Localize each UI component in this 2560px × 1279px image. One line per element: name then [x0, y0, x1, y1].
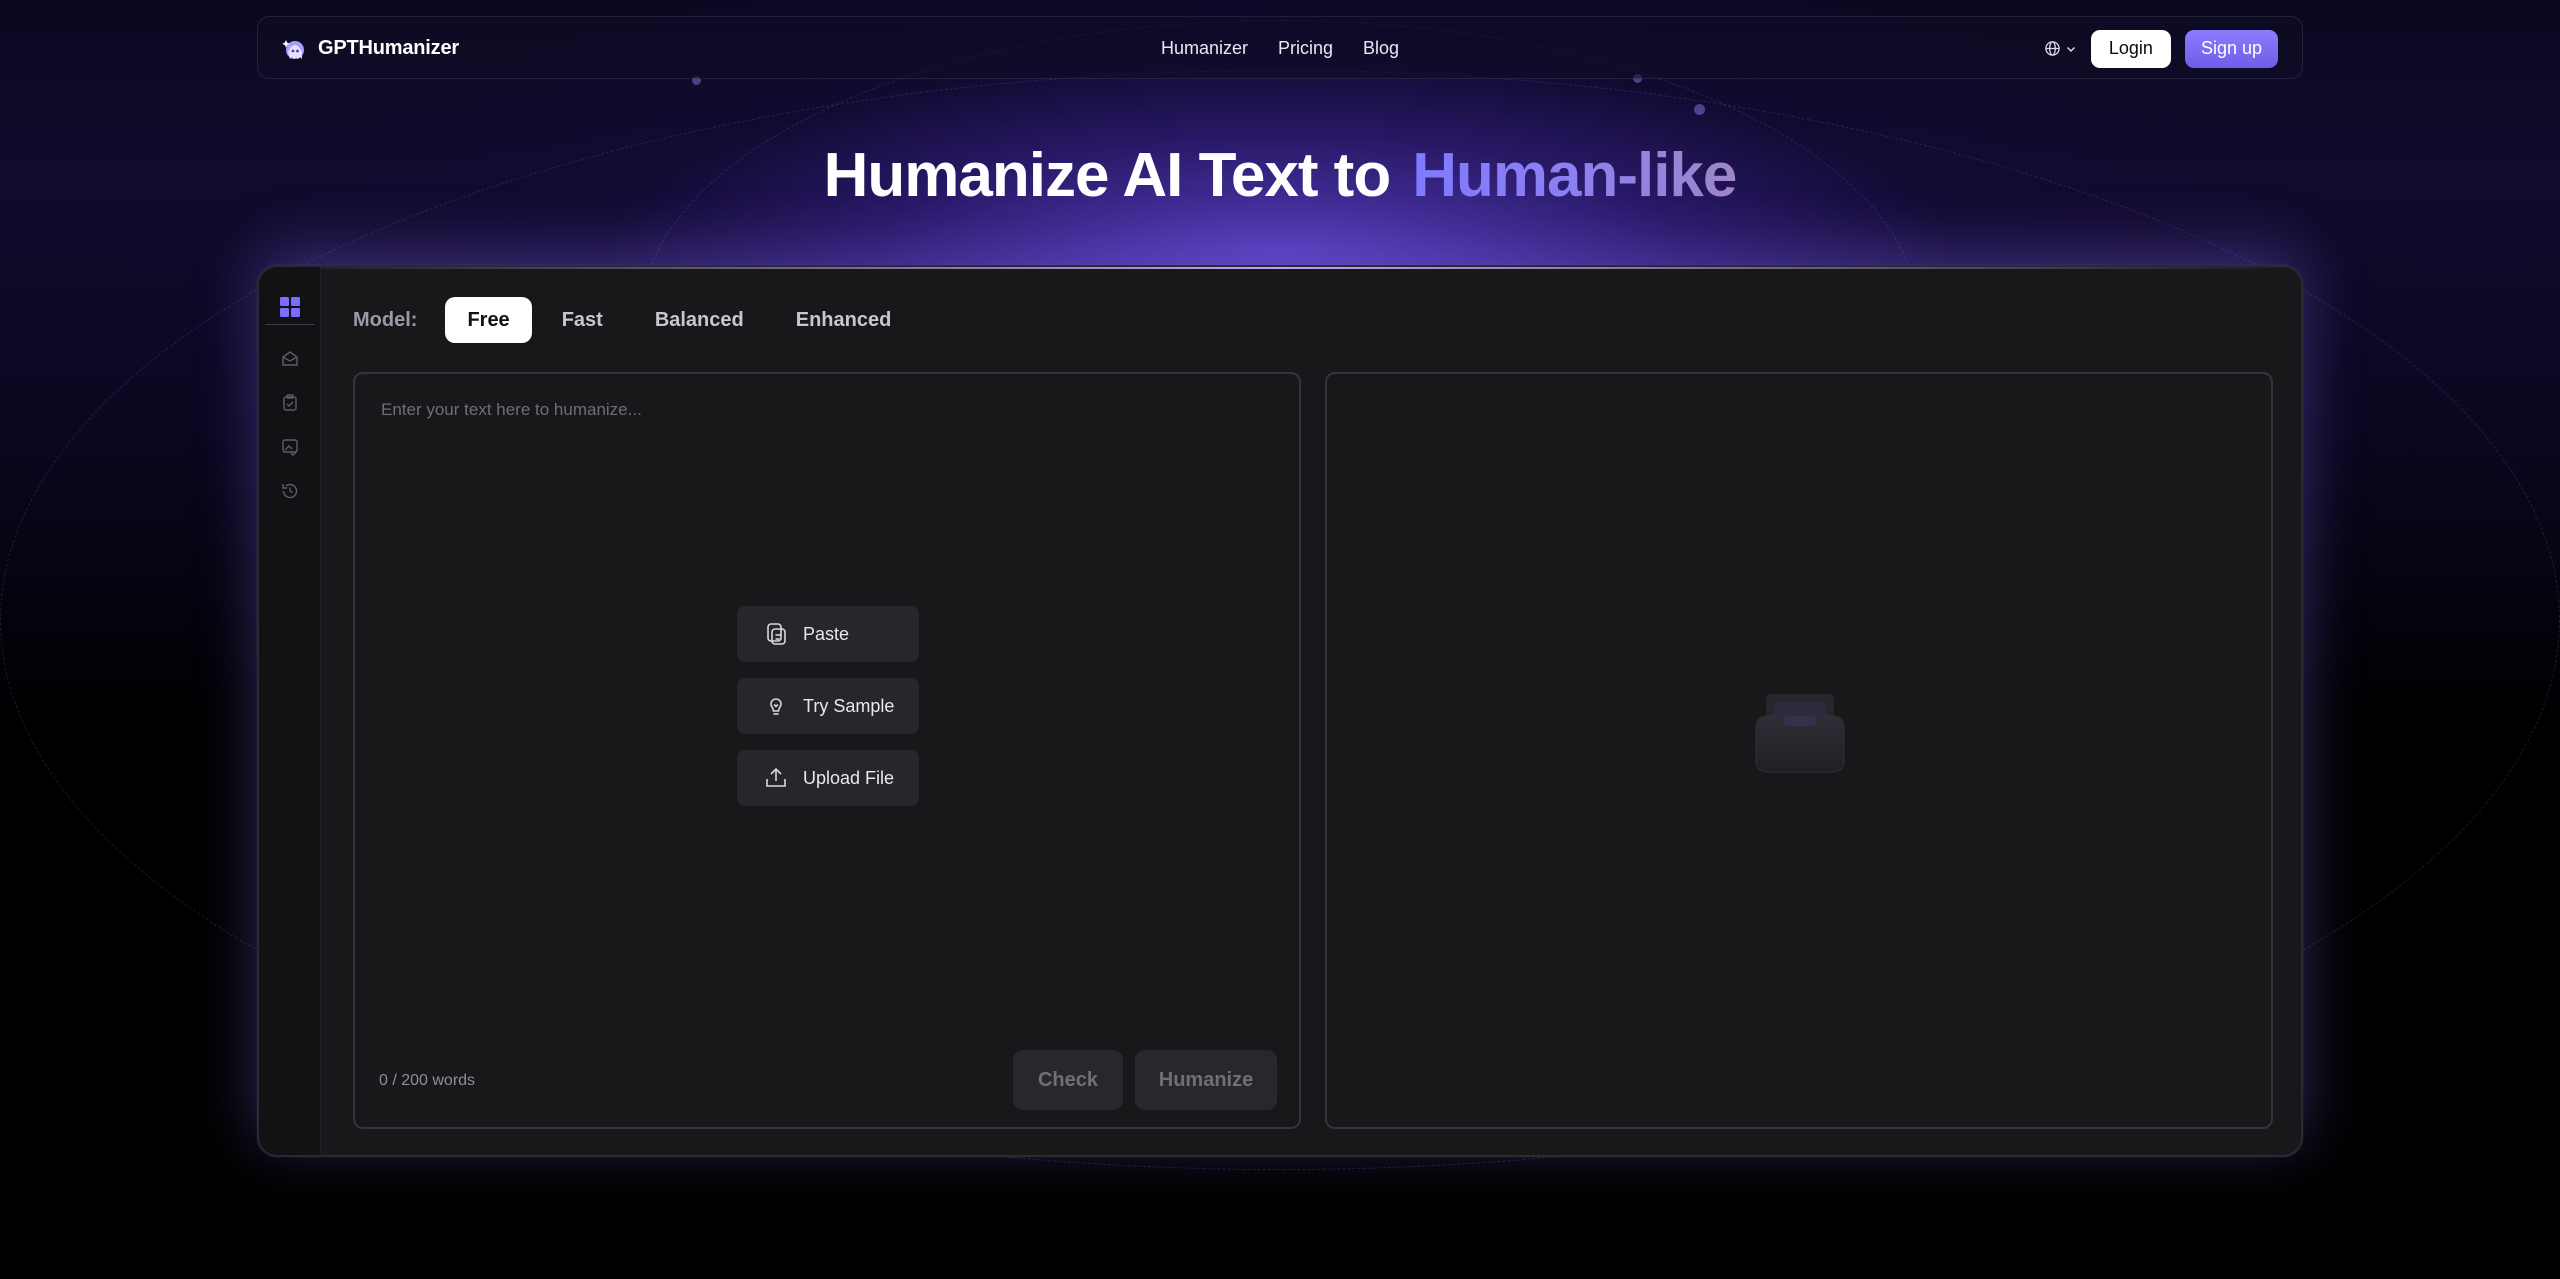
brand-name: GPTHumanizer [318, 37, 459, 59]
output-panel [1325, 372, 2273, 1129]
model-label: Model: [353, 308, 418, 331]
page-title-main: Humanize AI Text to [823, 141, 1392, 210]
paste-button[interactable]: Paste [737, 606, 919, 662]
model-selector: Model: Free Fast Balanced Enhanced [353, 297, 921, 343]
chevron-down-icon [2066, 46, 2075, 52]
ghost-logo-icon [282, 36, 308, 62]
upload-file-button[interactable]: Upload File [737, 750, 919, 806]
empty-inbox-icon [1755, 694, 1845, 773]
clipboard-check-icon [283, 394, 297, 411]
clipboard-icon [767, 623, 786, 645]
language-selector[interactable] [2044, 40, 2077, 57]
try-sample-label: Try Sample [803, 695, 895, 716]
nav-actions: Login Sign up [2044, 17, 2278, 80]
nav-link-blog[interactable]: Blog [1363, 38, 1399, 59]
page-title: Humanize AI Text to Human-like [0, 140, 2560, 211]
brand[interactable]: GPTHumanizer [282, 17, 459, 80]
mail-icon [282, 351, 298, 366]
sidebar-divider [265, 324, 315, 325]
signup-button[interactable]: Sign up [2184, 29, 2278, 68]
globe-icon [2045, 41, 2060, 56]
login-button[interactable]: Login [2090, 29, 2171, 68]
word-count: 0 / 200 words [379, 1072, 476, 1089]
model-tab-balanced[interactable]: Balanced [633, 297, 766, 343]
try-sample-button[interactable]: Try Sample [737, 678, 919, 734]
input-editor: Paste Try Sample Upload File 0 / 200 wor… [353, 372, 1301, 1129]
sidebar-item-history[interactable] [259, 473, 321, 509]
grid-icon [280, 297, 300, 317]
model-tab-fast[interactable]: Fast [540, 297, 625, 343]
nav-link-pricing[interactable]: Pricing [1278, 38, 1333, 59]
top-navbar: GPTHumanizer Humanizer Pricing Blog Logi… [257, 16, 2303, 79]
model-tab-enhanced[interactable]: Enhanced [774, 297, 914, 343]
upload-icon [766, 767, 786, 787]
sidebar-item-mail[interactable] [259, 341, 321, 377]
sidebar-item-dashboard[interactable] [259, 289, 321, 325]
image-check-icon [282, 439, 298, 456]
humanize-button[interactable]: Humanize [1135, 1050, 1277, 1110]
upload-file-label: Upload File [803, 767, 895, 788]
sidebar [259, 267, 321, 1155]
decorative-dot [1694, 104, 1705, 115]
lightbulb-icon [770, 698, 782, 715]
page-title-accent: Human-like [1412, 141, 1737, 210]
paste-label: Paste [803, 623, 850, 644]
history-icon [282, 483, 298, 499]
nav-links: Humanizer Pricing Blog [1161, 17, 1399, 80]
sidebar-item-tasks[interactable] [259, 385, 321, 421]
humanizer-panel: Model: Free Fast Balanced Enhanced Paste… [257, 265, 2303, 1157]
model-tab-free[interactable]: Free [445, 297, 532, 343]
check-button[interactable]: Check [1013, 1050, 1123, 1110]
nav-link-humanizer[interactable]: Humanizer [1161, 38, 1248, 59]
sidebar-item-images[interactable] [259, 429, 321, 465]
